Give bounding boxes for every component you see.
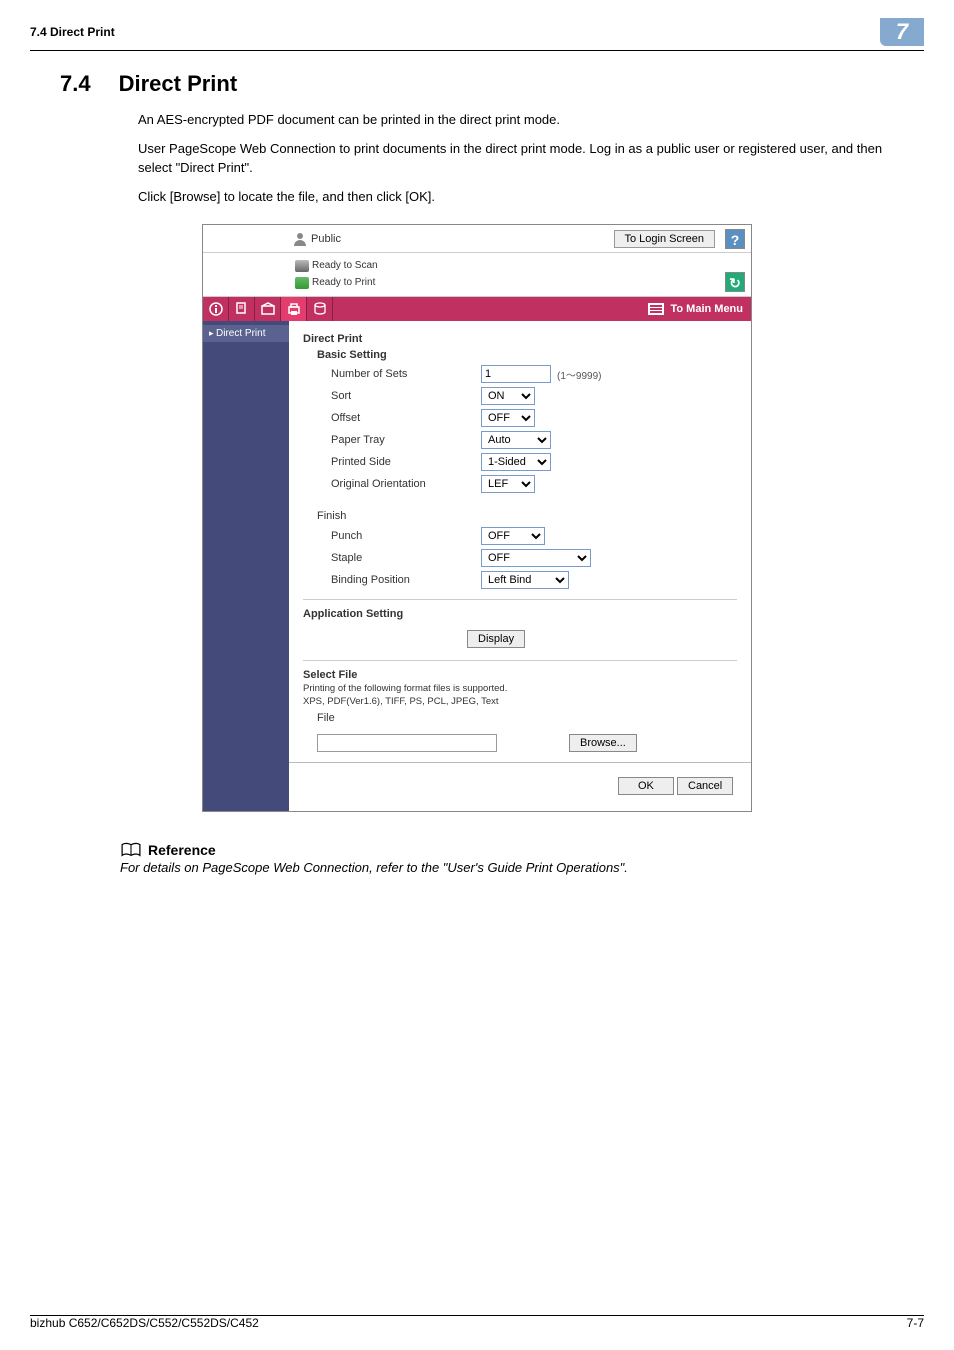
- user-label: Public: [311, 233, 341, 245]
- sort-select[interactable]: ON: [481, 387, 535, 405]
- select-file-heading: Select File: [303, 669, 737, 681]
- footer-model: bizhub C652/C652DS/C552/C552DS/C452: [30, 1316, 259, 1330]
- offset-select[interactable]: OFF: [481, 409, 535, 427]
- scan-status: Ready to Scan: [312, 257, 378, 274]
- sidebar-item-direct-print[interactable]: Direct Print: [203, 325, 289, 342]
- orientation-select[interactable]: LEF: [481, 475, 535, 493]
- sets-hint: (1～9999): [557, 367, 601, 382]
- file-label: File: [317, 712, 337, 724]
- help-button[interactable]: ?: [725, 229, 745, 249]
- punch-label: Punch: [331, 530, 481, 542]
- paragraph: Click [Browse] to locate the file, and t…: [138, 188, 894, 207]
- binding-label: Binding Position: [331, 574, 481, 586]
- panel-title: Direct Print: [303, 333, 737, 345]
- orientation-label: Original Orientation: [331, 478, 481, 490]
- punch-select[interactable]: OFF: [481, 527, 545, 545]
- tab-info[interactable]: [203, 297, 229, 321]
- running-header: 7.4 Direct Print: [30, 25, 115, 39]
- to-main-label: To Main Menu: [670, 303, 743, 315]
- file-path-input[interactable]: [317, 734, 497, 752]
- menu-icon: [648, 303, 664, 315]
- binding-position-select[interactable]: Left Bind: [481, 571, 569, 589]
- login-button[interactable]: To Login Screen: [614, 230, 716, 248]
- staple-select[interactable]: OFF: [481, 549, 591, 567]
- tab-job[interactable]: [229, 297, 255, 321]
- scanner-icon: [295, 260, 309, 272]
- refresh-button[interactable]: ↻: [725, 272, 745, 292]
- finish-heading: Finish: [317, 510, 467, 522]
- tab-box[interactable]: [255, 297, 281, 321]
- user-icon: [293, 232, 307, 246]
- staple-label: Staple: [331, 552, 481, 564]
- printed-side-select[interactable]: 1-Sided: [481, 453, 551, 471]
- number-of-sets-input[interactable]: [481, 365, 551, 383]
- chapter-badge: 7: [880, 18, 924, 46]
- display-button[interactable]: Display: [467, 630, 525, 648]
- offset-label: Offset: [331, 412, 481, 424]
- reference-text: For details on PageScope Web Connection,…: [120, 860, 894, 875]
- basic-setting-heading: Basic Setting: [317, 349, 737, 361]
- reference-heading: Reference: [148, 842, 216, 858]
- paper-tray-select[interactable]: Auto: [481, 431, 551, 449]
- tray-label: Paper Tray: [331, 434, 481, 446]
- ok-button[interactable]: OK: [618, 777, 674, 795]
- printed-side-label: Printed Side: [331, 456, 481, 468]
- sort-label: Sort: [331, 390, 481, 402]
- section-number: 7.4: [60, 71, 91, 97]
- to-main-menu-button[interactable]: To Main Menu: [640, 297, 751, 321]
- footer-page: 7-7: [907, 1316, 924, 1330]
- book-icon: [120, 842, 142, 858]
- embedded-screenshot: Public To Login Screen ? Ready to Scan R…: [202, 224, 752, 812]
- paragraph: User PageScope Web Connection to print d…: [138, 140, 894, 178]
- print-status: Ready to Print: [312, 274, 375, 291]
- divider: [303, 660, 737, 661]
- tab-storage[interactable]: [307, 297, 333, 321]
- sets-label: Number of Sets: [331, 368, 481, 380]
- paragraph: An AES-encrypted PDF document can be pri…: [138, 111, 894, 130]
- browse-button[interactable]: Browse...: [569, 734, 637, 752]
- printer-icon: [295, 277, 309, 289]
- divider: [303, 599, 737, 600]
- section-title: Direct Print: [119, 71, 238, 97]
- file-format-note: Printing of the following format files i…: [303, 683, 737, 708]
- tab-print[interactable]: [281, 297, 307, 321]
- cancel-button[interactable]: Cancel: [677, 777, 733, 795]
- app-setting-heading: Application Setting: [303, 608, 737, 620]
